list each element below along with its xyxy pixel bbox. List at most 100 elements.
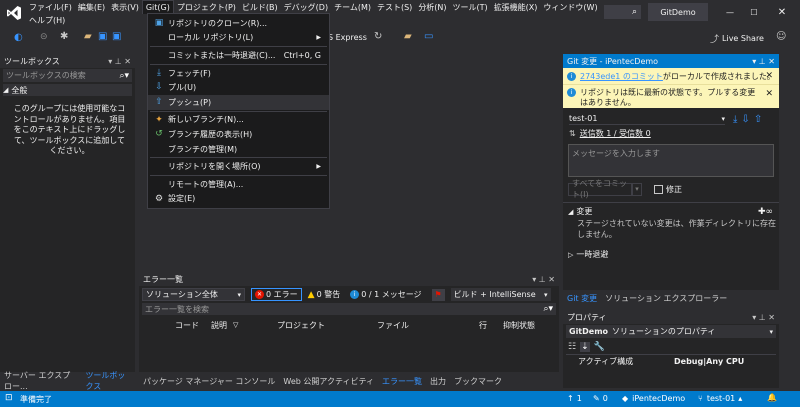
menu-2[interactable]: 表示(V) — [108, 0, 142, 14]
error-search[interactable]: エラー一覧を検索 ⌕▾ — [142, 303, 556, 315]
errors-filter-button[interactable]: ✕ 0 エラー — [251, 288, 302, 301]
menu-3[interactable]: Git(G) — [141, 0, 174, 14]
git-menu-item-label: フェッチ(F) — [168, 68, 211, 78]
close-icon[interactable]: ✕ — [765, 71, 773, 81]
column-code[interactable]: コード — [175, 320, 199, 331]
menu-6[interactable]: デバッグ(D) — [281, 0, 331, 14]
menu-11[interactable]: 拡張機能(X) — [491, 0, 541, 14]
column-description[interactable]: 説明 — [211, 320, 227, 331]
git-menu-item[interactable]: ブランチの管理(M) — [148, 142, 329, 157]
notification-icon[interactable]: 🔔 — [767, 393, 777, 402]
open-icon[interactable]: ▰ — [84, 31, 92, 42]
column-file[interactable]: ファイル — [377, 320, 409, 331]
close-icon[interactable]: ✕ — [765, 89, 773, 99]
commit-dropdown-button[interactable]: ▾ — [632, 182, 642, 196]
git-menu-item[interactable]: ローカル リポジトリ(L) ▶ — [148, 31, 329, 46]
column-suppression[interactable]: 抑制状態 — [503, 320, 535, 331]
branch-indicator[interactable]: ⑂ test-01 ▴ — [698, 394, 742, 403]
column-line[interactable]: 行 — [479, 320, 487, 331]
properties-row[interactable]: アクティブ構成 Debug|Any CPU — [566, 354, 776, 367]
tab-error-list[interactable]: エラー一覧 — [378, 374, 426, 388]
maximize-button[interactable]: ☐ — [744, 4, 764, 20]
info-icon: i — [350, 290, 360, 299]
shortcut-label: Ctrl+0, G — [283, 50, 321, 60]
git-menu-item[interactable]: コミットまたは一時退避(C)... Ctrl+0, G — [148, 48, 329, 63]
git-menu-item-label: ブランチ履歴の表示(H) — [168, 129, 253, 139]
tab-toolbox[interactable]: ツールボックス — [81, 371, 135, 391]
menu-7[interactable]: チーム(M) — [331, 0, 374, 14]
build-filter-dropdown[interactable]: ビルド + IntelliSense ▾ — [450, 288, 551, 301]
changes-header[interactable]: ◢ 変更 ✚∞ — [563, 205, 779, 218]
alphabetical-icon[interactable]: ⇣ — [580, 341, 590, 352]
chevron-down-icon: ▾ — [721, 114, 725, 123]
git-menu-item[interactable]: ⤓ フェッチ(F) — [148, 66, 329, 81]
commit-message-input[interactable]: メッセージを入力します — [568, 144, 774, 177]
scope-dropdown[interactable]: ソリューション全体 ▾ — [142, 288, 245, 301]
right-tabs: Git 変更 ソリューション エクスプローラー — [563, 291, 731, 305]
toolbox-search[interactable]: ツールボックスの検索 ⌕▾ — [3, 69, 132, 82]
pull-icon[interactable]: ⇩ — [741, 114, 749, 125]
tab-server-explorer[interactable]: サーバー エクスプロー... — [0, 371, 81, 391]
git-menu-item[interactable]: ⇧ プッシュ(P) — [148, 94, 329, 110]
feedback-icon[interactable]: ☺ — [776, 31, 786, 42]
menu-9[interactable]: 分析(N) — [415, 0, 449, 14]
folder-icon[interactable]: ▰ — [404, 31, 412, 42]
commit-link[interactable]: 2743ede1 のコミット — [580, 71, 663, 82]
property-pages-icon[interactable]: 🔧 — [594, 342, 605, 352]
forward-icon[interactable]: ⊝ — [40, 32, 48, 42]
push-icon[interactable]: ⇧ — [754, 114, 762, 125]
vs-logo-icon[interactable] — [6, 5, 22, 21]
git-menu-item[interactable]: ▣ リポジトリのクローン(R)... — [148, 16, 329, 31]
column-project[interactable]: プロジェクト — [277, 320, 325, 331]
menu-0[interactable]: ファイル(F) — [26, 0, 75, 14]
save-icon[interactable]: ▣ — [98, 31, 107, 42]
sync-status-link[interactable]: 送信数 1 / 受信数 0 — [580, 128, 651, 139]
git-menu-item[interactable]: リモートの管理(A)... — [148, 177, 329, 192]
git-menu-item[interactable]: ✦ 新しいブランチ(N)... — [148, 113, 329, 128]
amend-checkbox[interactable] — [654, 184, 663, 194]
branch-dropdown[interactable]: test-01 ▾ — [569, 113, 725, 125]
git-menu-item[interactable]: リポジトリを開く場所(O) ▶ — [148, 159, 329, 174]
tab-solution-explorer[interactable]: ソリューション エクスプローラー — [601, 291, 731, 305]
toolbox-group[interactable]: ◢ 全般 — [3, 84, 132, 96]
chevron-down-icon: ▾ — [769, 327, 773, 336]
git-menu-item[interactable]: ⚙ 設定(E) — [148, 192, 329, 207]
messages-filter-button[interactable]: i 0 / 1 メッセージ — [350, 289, 422, 300]
menu-8[interactable]: テスト(S) — [374, 0, 415, 14]
git-menu-item[interactable]: ↺ ブランチ履歴の表示(H) — [148, 127, 329, 142]
title-bar: ファイル(F) 編集(E) 表示(V) Git(G) プロジェクト(P) ビルド(B) デバ… — [0, 0, 800, 27]
filter-icon[interactable]: ⚑ — [431, 288, 445, 301]
new-project-icon[interactable]: ✱ — [60, 31, 68, 42]
minimize-button[interactable]: — — [720, 4, 740, 20]
run-target[interactable]: S Express — [328, 33, 367, 42]
tab-package-manager[interactable]: パッケージ マネージャー コンソール — [139, 374, 279, 388]
menu-4[interactable]: プロジェクト(P) — [174, 0, 239, 14]
stage-all-icon[interactable]: ✚∞ — [758, 207, 773, 217]
git-menu-item[interactable]: ⇩ プル(U) — [148, 80, 329, 95]
repo-indicator[interactable]: ◆ iPentecDemo — [622, 394, 685, 403]
tab-bookmarks[interactable]: ブックマーク — [450, 374, 506, 388]
commit-all-button[interactable]: すべてをコミット(I) — [568, 179, 632, 199]
menu-help[interactable]: ヘルプ(H) — [26, 13, 68, 27]
menu-10[interactable]: ツール(T) — [450, 0, 491, 14]
pending-changes[interactable]: ✎ 0 — [593, 394, 608, 403]
live-share-button[interactable]: ⤴ Live Share — [710, 32, 764, 45]
menu-5[interactable]: ビルド(B) — [239, 0, 281, 14]
screen-icon[interactable]: ▭ — [424, 31, 433, 42]
unpushed-commits[interactable]: ↑ 1 — [567, 394, 582, 403]
tab-git-changes[interactable]: Git 変更 — [563, 291, 601, 305]
back-icon[interactable]: ◐ — [14, 32, 23, 43]
stash-header[interactable]: ▷ 一時退避 — [563, 248, 779, 261]
search-box[interactable]: ⌕ — [604, 5, 641, 19]
fetch-icon[interactable]: ⤓ — [733, 114, 737, 125]
menu-12[interactable]: ウィンドウ(W) — [540, 0, 600, 14]
categorized-icon[interactable]: ☷ — [568, 342, 576, 352]
tab-output[interactable]: 出力 — [426, 374, 450, 388]
tab-web-publish[interactable]: Web 公開アクティビティ — [279, 374, 378, 388]
close-button[interactable]: ✕ — [772, 4, 792, 20]
menu-1[interactable]: 編集(E) — [75, 0, 108, 14]
properties-object-dropdown[interactable]: GitDemo ソリューションのプロパティ ▾ — [566, 325, 776, 338]
save-all-icon[interactable]: ▣ — [112, 31, 121, 42]
refresh-icon[interactable]: ↻ — [374, 31, 382, 42]
warnings-filter-button[interactable]: ▲ 0 警告 — [308, 289, 341, 300]
